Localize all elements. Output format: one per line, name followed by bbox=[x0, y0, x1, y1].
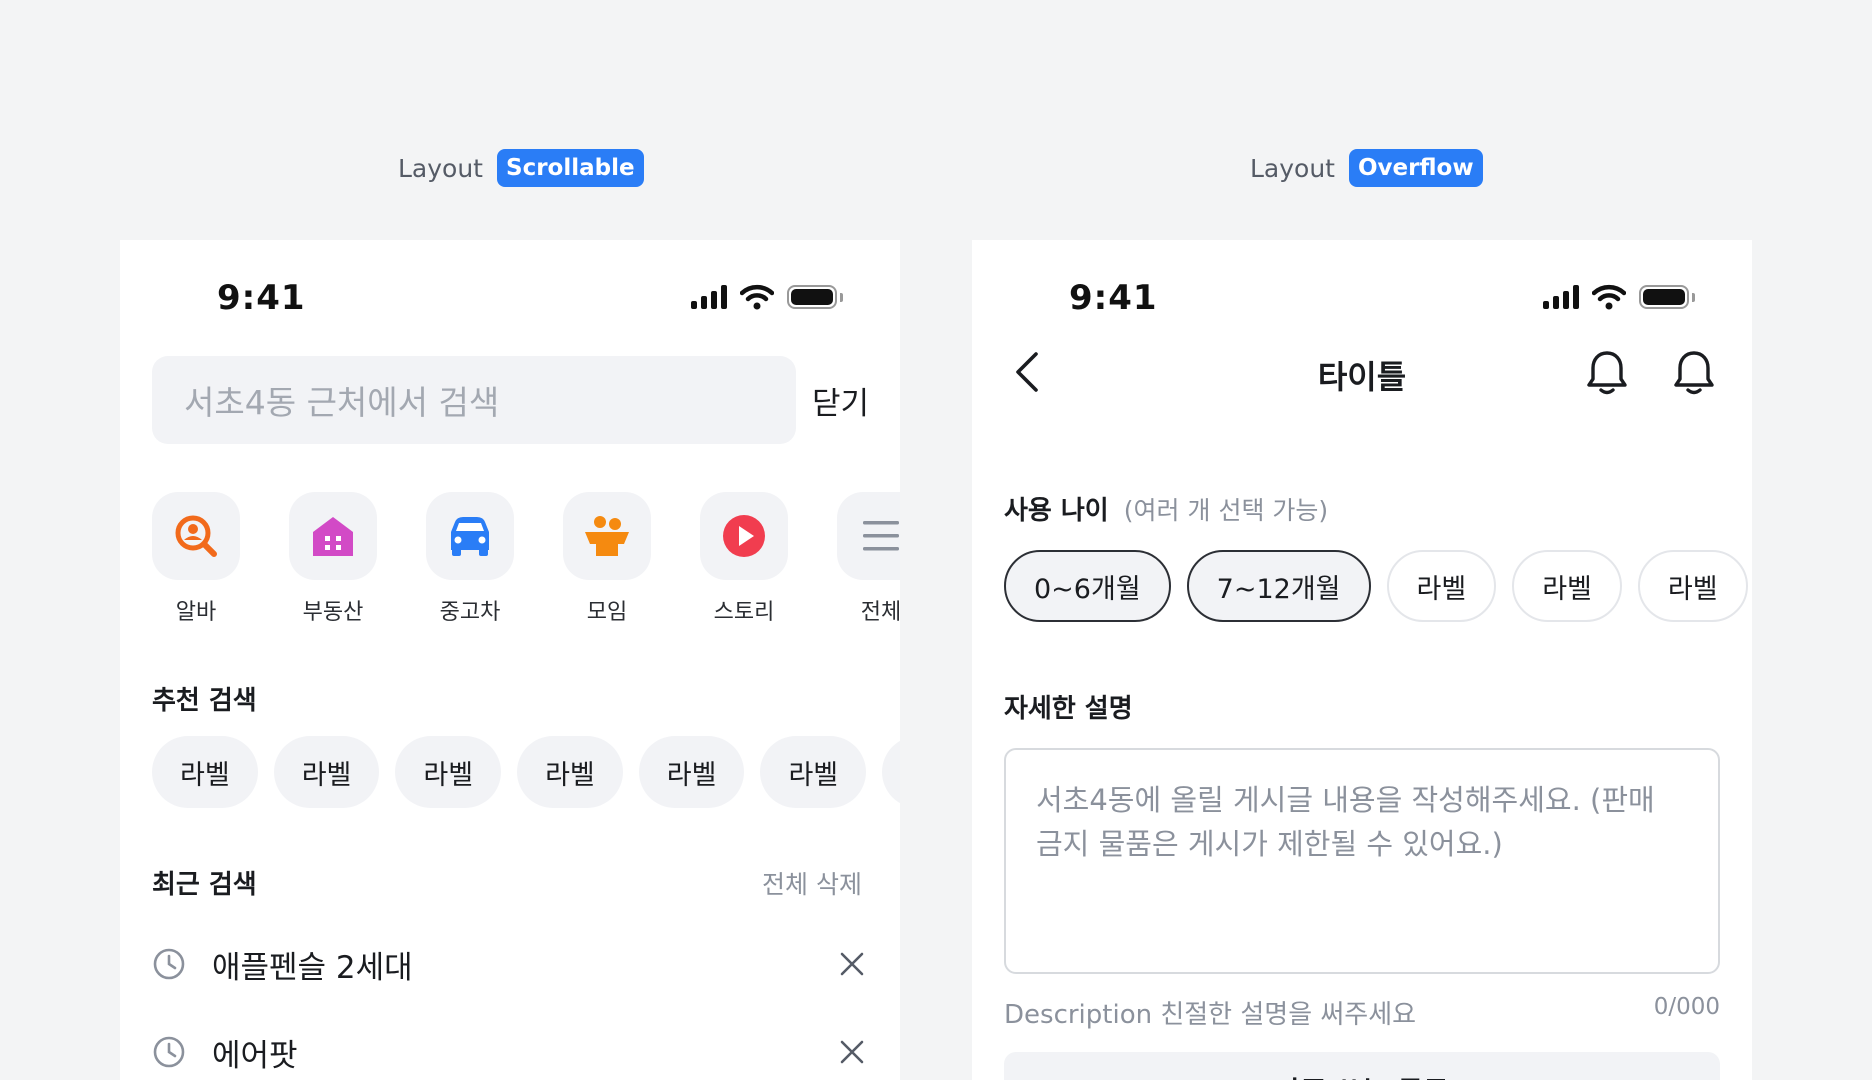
recent-search-text: 애플펜슬 2세대 bbox=[212, 949, 413, 986]
recent-search-item[interactable]: 애플펜슬 2세대 bbox=[152, 934, 868, 994]
recommend-chip[interactable]: 라벨 bbox=[152, 736, 258, 808]
quick-item-label: 알바 bbox=[175, 600, 217, 625]
house-icon bbox=[313, 517, 353, 556]
age-chip[interactable]: 라벨 bbox=[1637, 550, 1748, 622]
recommend-chip[interactable]: 라벨 bbox=[760, 736, 867, 808]
battery-icon bbox=[1639, 285, 1695, 309]
bell-icon[interactable] bbox=[1585, 348, 1629, 396]
search-input[interactable]: 서초4동 근처에서 검색 bbox=[152, 356, 796, 444]
recent-search-item[interactable]: 에어팟 bbox=[152, 1022, 868, 1080]
people-group-icon bbox=[585, 516, 629, 556]
quick-item-label: 중고차 bbox=[439, 600, 501, 625]
car-icon bbox=[451, 517, 489, 556]
recommend-section-title: 추천 검색 bbox=[152, 686, 257, 716]
layout-label-overflow: Layout Overflow bbox=[1250, 148, 1483, 188]
quick-item-all[interactable]: 전체 bbox=[837, 492, 900, 626]
age-chip[interactable]: 0~6개월 bbox=[1004, 550, 1171, 622]
wifi-icon bbox=[740, 284, 774, 310]
description-placeholder: 서초4동에 올릴 게시글 내용을 작성해주세요. (판매 금지 물품은 게시가 … bbox=[1036, 783, 1655, 861]
age-field-label: 사용 나이 (여러 개 선택 가능) bbox=[1004, 490, 1328, 527]
person-search-icon bbox=[175, 515, 217, 557]
quick-item-label: 전체 bbox=[860, 600, 900, 625]
quick-item-label: 스토리 bbox=[713, 600, 775, 625]
layout-badge: Scrollable bbox=[497, 149, 644, 187]
recommend-chip[interactable]: 라벨 bbox=[882, 736, 900, 808]
age-chip[interactable]: 라벨 bbox=[1512, 550, 1622, 622]
helper-text: Description 친절한 설명을 써주세요 bbox=[1004, 1000, 1417, 1030]
quick-item-meetup[interactable]: 모임 bbox=[563, 492, 651, 626]
status-time: 9:41 bbox=[1069, 278, 1158, 318]
recommend-chip[interactable]: 라벨 bbox=[517, 736, 623, 808]
close-button[interactable]: 닫기 bbox=[812, 378, 869, 423]
age-label: 사용 나이 bbox=[1004, 496, 1109, 526]
age-chip[interactable]: 라벨 bbox=[1386, 550, 1497, 622]
layout-badge: Overflow bbox=[1349, 149, 1483, 187]
quick-item-alba[interactable]: 알바 bbox=[152, 492, 240, 626]
recommend-chip[interactable]: 라벨 bbox=[273, 736, 380, 808]
status-bar: 9:41 bbox=[120, 240, 900, 360]
cellular-signal-icon bbox=[691, 285, 727, 309]
quick-item-usedcar[interactable]: 중고차 bbox=[426, 492, 514, 626]
phone-screen-overflow: 9:41 타이틀 사용 나이 (여러 개 선택 가능) 0~6개월 7~12개월… bbox=[972, 240, 1752, 1080]
menu-icon bbox=[863, 521, 899, 551]
age-chip[interactable]: 7~12개월 bbox=[1186, 550, 1371, 622]
quick-item-label: 모임 bbox=[586, 600, 628, 625]
frequent-phrases-label: 자주 쓰는 문구 bbox=[1275, 1070, 1449, 1080]
quick-menu-row: 알바 부동산 중고차 모임 스토리 전체 bbox=[152, 492, 900, 626]
status-icons bbox=[1543, 284, 1695, 310]
play-circle-icon bbox=[723, 515, 765, 557]
age-label-sub: (여러 개 선택 가능) bbox=[1123, 496, 1329, 525]
delete-all-button[interactable]: 전체 삭제 bbox=[762, 865, 862, 901]
search-placeholder: 서초4동 근처에서 검색 bbox=[184, 383, 500, 422]
recent-search-text: 에어팟 bbox=[212, 1037, 298, 1074]
clock-icon bbox=[153, 948, 185, 980]
battery-icon bbox=[787, 285, 843, 309]
cellular-signal-icon bbox=[1543, 285, 1579, 309]
close-icon[interactable] bbox=[838, 1038, 866, 1066]
quick-item-label: 부동산 bbox=[302, 600, 364, 625]
status-icons bbox=[691, 284, 843, 310]
layout-label-scrollable: Layout Scrollable bbox=[398, 148, 644, 188]
description-textarea[interactable]: 서초4동에 올릴 게시글 내용을 작성해주세요. (판매 금지 물품은 게시가 … bbox=[1004, 748, 1720, 974]
page-title: 타이틀 bbox=[1317, 358, 1407, 396]
top-app-bar: 타이틀 bbox=[972, 330, 1752, 410]
close-icon[interactable] bbox=[838, 950, 866, 978]
phone-screen-scrollable: 9:41 서초4동 근처에서 검색 닫기 알바 부동산 중고차 모임 스토리 전… bbox=[120, 240, 900, 1080]
recent-section-title: 최근 검색 bbox=[152, 870, 257, 900]
recommend-chip[interactable]: 라벨 bbox=[395, 736, 502, 808]
layout-label-text: Layout bbox=[1250, 153, 1335, 183]
recommend-chip-row: 라벨 라벨 라벨 라벨 라벨 라벨 라벨 bbox=[152, 736, 900, 808]
wifi-icon bbox=[1592, 284, 1626, 310]
status-time: 9:41 bbox=[217, 278, 306, 318]
age-chip-row: 0~6개월 7~12개월 라벨 라벨 라벨 bbox=[1004, 550, 1748, 622]
description-field-label: 자세한 설명 bbox=[1004, 694, 1133, 724]
bell-icon[interactable] bbox=[1672, 348, 1716, 396]
recommend-chip[interactable]: 라벨 bbox=[638, 736, 745, 808]
quick-item-story[interactable]: 스토리 bbox=[700, 492, 788, 626]
character-counter: 0/000 bbox=[1653, 994, 1720, 1020]
clock-icon bbox=[153, 1036, 185, 1068]
frequent-phrases-button[interactable]: 자주 쓰는 문구 bbox=[1004, 1052, 1720, 1080]
layout-label-text: Layout bbox=[398, 153, 483, 183]
quick-item-realestate[interactable]: 부동산 bbox=[289, 492, 377, 626]
